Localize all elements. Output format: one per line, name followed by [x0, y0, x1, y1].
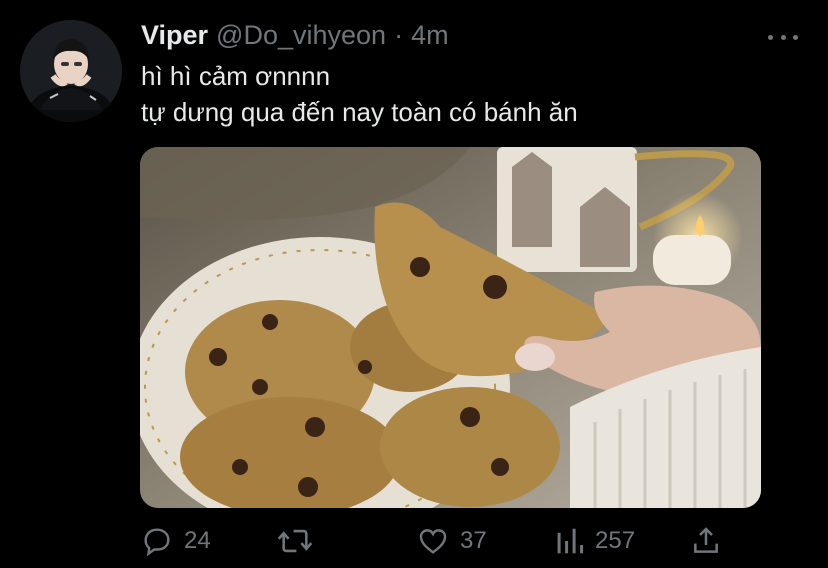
avatar[interactable]	[20, 20, 122, 122]
reply-button[interactable]: 24	[140, 521, 211, 561]
user-handle[interactable]: @Do_vihyeon	[216, 20, 386, 51]
tweet-media[interactable]	[140, 147, 761, 508]
retweet-button[interactable]	[276, 521, 324, 561]
more-dots-icon[interactable]	[768, 26, 798, 48]
views-button[interactable]: 257	[555, 521, 635, 561]
share-icon	[694, 527, 718, 553]
views-count: 257	[595, 527, 636, 554]
views-icon	[557, 528, 584, 554]
tweet-actions: 24 37 257	[140, 521, 740, 561]
tweet-text-line: hì hì cảm ơnnnn	[141, 61, 331, 91]
like-button[interactable]: 37	[416, 521, 487, 561]
timestamp[interactable]: 4m	[411, 20, 449, 51]
tweet-header: Viper @Do_vihyeon · 4m	[141, 20, 449, 51]
tweet-text-line: tự dưng qua đến nay toàn có bánh ăn	[141, 97, 578, 127]
retweet-icon	[277, 529, 313, 553]
cookies-photo	[140, 147, 761, 508]
tweet[interactable]: Viper @Do_vihyeon · 4m hì hì cảm ơnnnn t…	[0, 0, 828, 568]
like-count: 37	[460, 527, 487, 554]
reply-count: 24	[184, 527, 211, 554]
tweet-text: hì hì cảm ơnnnn tự dưng qua đến nay toàn…	[141, 58, 578, 130]
share-button[interactable]	[690, 521, 722, 561]
display-name[interactable]: Viper	[141, 20, 208, 51]
avatar-photo	[20, 20, 122, 122]
like-icon	[419, 529, 447, 554]
separator-dot: ·	[394, 20, 404, 50]
reply-icon	[144, 528, 170, 557]
